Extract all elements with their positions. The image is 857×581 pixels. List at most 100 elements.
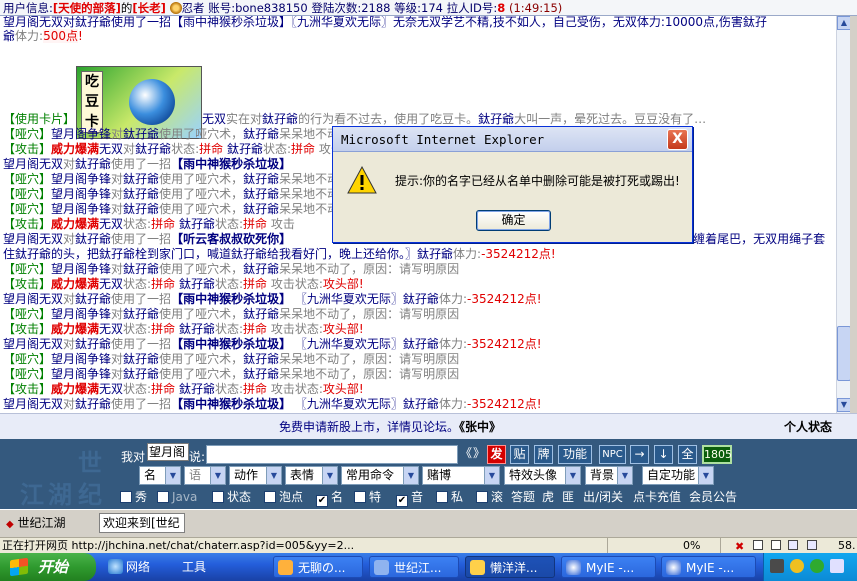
checkbox-box[interactable] — [354, 491, 366, 503]
checkbox-box[interactable] — [436, 491, 448, 503]
move-name: 【雨中神猴秒杀垃圾】 — [171, 337, 292, 351]
checkbox-sound[interactable]: ✔ 音 — [396, 489, 423, 507]
check-icon[interactable]: ✔ — [396, 495, 408, 507]
all-button[interactable]: 全 — [678, 445, 697, 464]
function-button[interactable]: 功能 — [558, 445, 592, 464]
gamble-select[interactable]: 赌博 ▼ — [422, 466, 500, 485]
chevron-down-icon: ▼ — [266, 467, 281, 484]
tab-welcome[interactable]: 欢迎来到[世纪 — [99, 513, 185, 533]
chat-target: 鈦孖爺 — [243, 307, 280, 321]
npc-button[interactable]: NPC — [599, 445, 626, 464]
taskbar-window-1[interactable]: 无聊の... — [273, 556, 363, 578]
card-button[interactable]: 牌 — [534, 445, 553, 464]
close-icon[interactable]: X — [667, 129, 688, 150]
check-icon[interactable]: ✔ — [316, 495, 328, 507]
chat-target: 鈦孖爺 — [123, 352, 160, 366]
tray-qq-icon[interactable] — [790, 559, 804, 573]
group-name[interactable]: [天使的部落] — [53, 1, 121, 15]
browser-status-bar: 正在打开网页 http://jhchina.net/chat/chaterr.a… — [0, 537, 857, 553]
taskbar-window-2[interactable]: 世纪江... — [369, 556, 459, 578]
hp-value: -3524212点! — [466, 292, 542, 306]
select-value: 表情 — [290, 468, 315, 482]
taskbar-window-4[interactable]: MyIE -... — [561, 556, 656, 578]
state-value: 拼命 — [151, 217, 176, 231]
taskbar-window-3[interactable]: 懒洋洋... — [465, 556, 555, 578]
personal-status-button[interactable]: 个人状态 — [784, 414, 832, 440]
send-button[interactable]: 发 — [487, 445, 506, 464]
chat-target: 鈦孖爺 — [243, 187, 280, 201]
scroll-thumb[interactable] — [837, 326, 851, 381]
attack-state-value: 攻头部! — [322, 322, 364, 336]
network-icon — [108, 559, 123, 574]
checkbox-box[interactable] — [212, 491, 224, 503]
select-value: 自定功能 — [647, 468, 696, 482]
announcement-link[interactable]: 《张中》 — [459, 420, 501, 434]
taskbar-window-5[interactable]: MyIE -... — [661, 556, 756, 578]
emote-select[interactable]: 表情 ▼ — [285, 466, 338, 485]
tab-world[interactable]: ◆ 世纪江湖 — [6, 514, 66, 533]
chat-line-text: 望月阁无双对鈦孖爺使用了一招【雨中神猴秒杀垃圾】〖九洲华夏欢无际〗无奈无双学艺不… — [3, 16, 767, 29]
tiger-link[interactable]: 虎 — [542, 489, 554, 505]
checkbox-state[interactable]: 状态 — [212, 489, 251, 505]
chat-actor: 无双 — [99, 382, 124, 396]
recipient-select[interactable]: 望月阁 — [147, 443, 189, 461]
checkbox-private[interactable]: 私 — [436, 489, 463, 505]
recharge-link[interactable]: 点卡充值 — [633, 489, 681, 505]
tray-network-icon[interactable] — [830, 559, 844, 573]
to-label: 我对 — [121, 450, 146, 464]
checkbox-bubble[interactable]: 泡点 — [264, 489, 303, 505]
prev-button[interactable]: 《 — [460, 445, 472, 464]
select-value: 赌博 — [427, 468, 452, 482]
answer-link[interactable]: 答题 — [511, 489, 535, 505]
chat-scrollbar[interactable]: ▲ ▼ — [836, 16, 851, 413]
chat-text: 的行为看不过去，使用了吃豆卡。 — [298, 112, 479, 126]
checkbox-show[interactable]: 秀 — [120, 489, 147, 505]
language-select[interactable]: 语 ▼ — [184, 466, 226, 485]
paste-button[interactable]: 贴 — [510, 445, 529, 464]
checkbox-box[interactable] — [120, 491, 132, 503]
ok-button[interactable]: 确定 — [476, 210, 551, 231]
tray-status-icon[interactable] — [810, 559, 824, 573]
chevron-down-icon: ▼ — [484, 467, 499, 484]
checkbox-java[interactable]: Java — [157, 489, 197, 505]
group-name: 〖九洲华夏欢无际〗 — [294, 397, 403, 411]
chat-text: 使用了哑穴术， — [159, 367, 244, 381]
bandit-link[interactable]: 匪 — [562, 489, 574, 505]
chat-target: 鈦孖爺 — [135, 142, 172, 156]
checkbox-special[interactable]: 特 — [354, 489, 381, 505]
toolbar-network[interactable]: 网络 — [104, 556, 162, 578]
checkbox-box[interactable] — [157, 491, 169, 503]
chat-text: 使用了哑穴术， — [159, 262, 244, 276]
arrow-down-icon[interactable]: ↓ — [654, 445, 673, 464]
checkbox-box[interactable] — [476, 491, 488, 503]
command-select[interactable]: 常用命令 ▼ — [341, 466, 419, 485]
rank-badge: [长老] — [132, 1, 166, 15]
avatar-effect-select[interactable]: 特效头像 ▼ — [504, 466, 581, 485]
tray-app-icon[interactable] — [770, 559, 784, 573]
watermark: 湖 — [48, 480, 72, 509]
chat-text: 对 — [63, 232, 76, 246]
notice-link[interactable]: 会员公告 — [689, 489, 737, 505]
custom-function-select[interactable]: 自定功能 ▼ — [642, 466, 714, 485]
power-text: 威力爆满 — [51, 382, 100, 396]
name-select[interactable]: 名 ▼ — [139, 466, 181, 485]
retreat-link[interactable]: 出/闭关 — [583, 489, 623, 505]
message-input[interactable] — [206, 445, 458, 464]
start-button[interactable]: 开始 — [0, 553, 96, 581]
chat-target: 鈦孖爺 — [123, 202, 160, 216]
scroll-up-icon[interactable]: ▲ — [837, 16, 851, 30]
chat-target: 鈦孖爺 — [123, 172, 160, 186]
next-button[interactable]: 》 — [473, 445, 485, 464]
chat-text: 攻击 — [270, 217, 295, 231]
toolbar-tools[interactable]: 工具 — [160, 556, 218, 578]
checkbox-scroll[interactable]: 滚 — [476, 489, 503, 505]
checkbox-label: 私 — [451, 490, 464, 504]
checkbox-box[interactable] — [264, 491, 276, 503]
scroll-down-icon[interactable]: ▼ — [837, 398, 851, 412]
chat-target: 鈦孖爺 — [75, 292, 112, 306]
arrow-right-icon[interactable]: → — [630, 445, 649, 464]
checkbox-name[interactable]: ✔ 名 — [316, 489, 343, 507]
chat-actor: 望月阁无双 — [3, 337, 64, 351]
action-select[interactable]: 动作 ▼ — [229, 466, 282, 485]
background-select[interactable]: 背景 ▼ — [585, 466, 633, 485]
